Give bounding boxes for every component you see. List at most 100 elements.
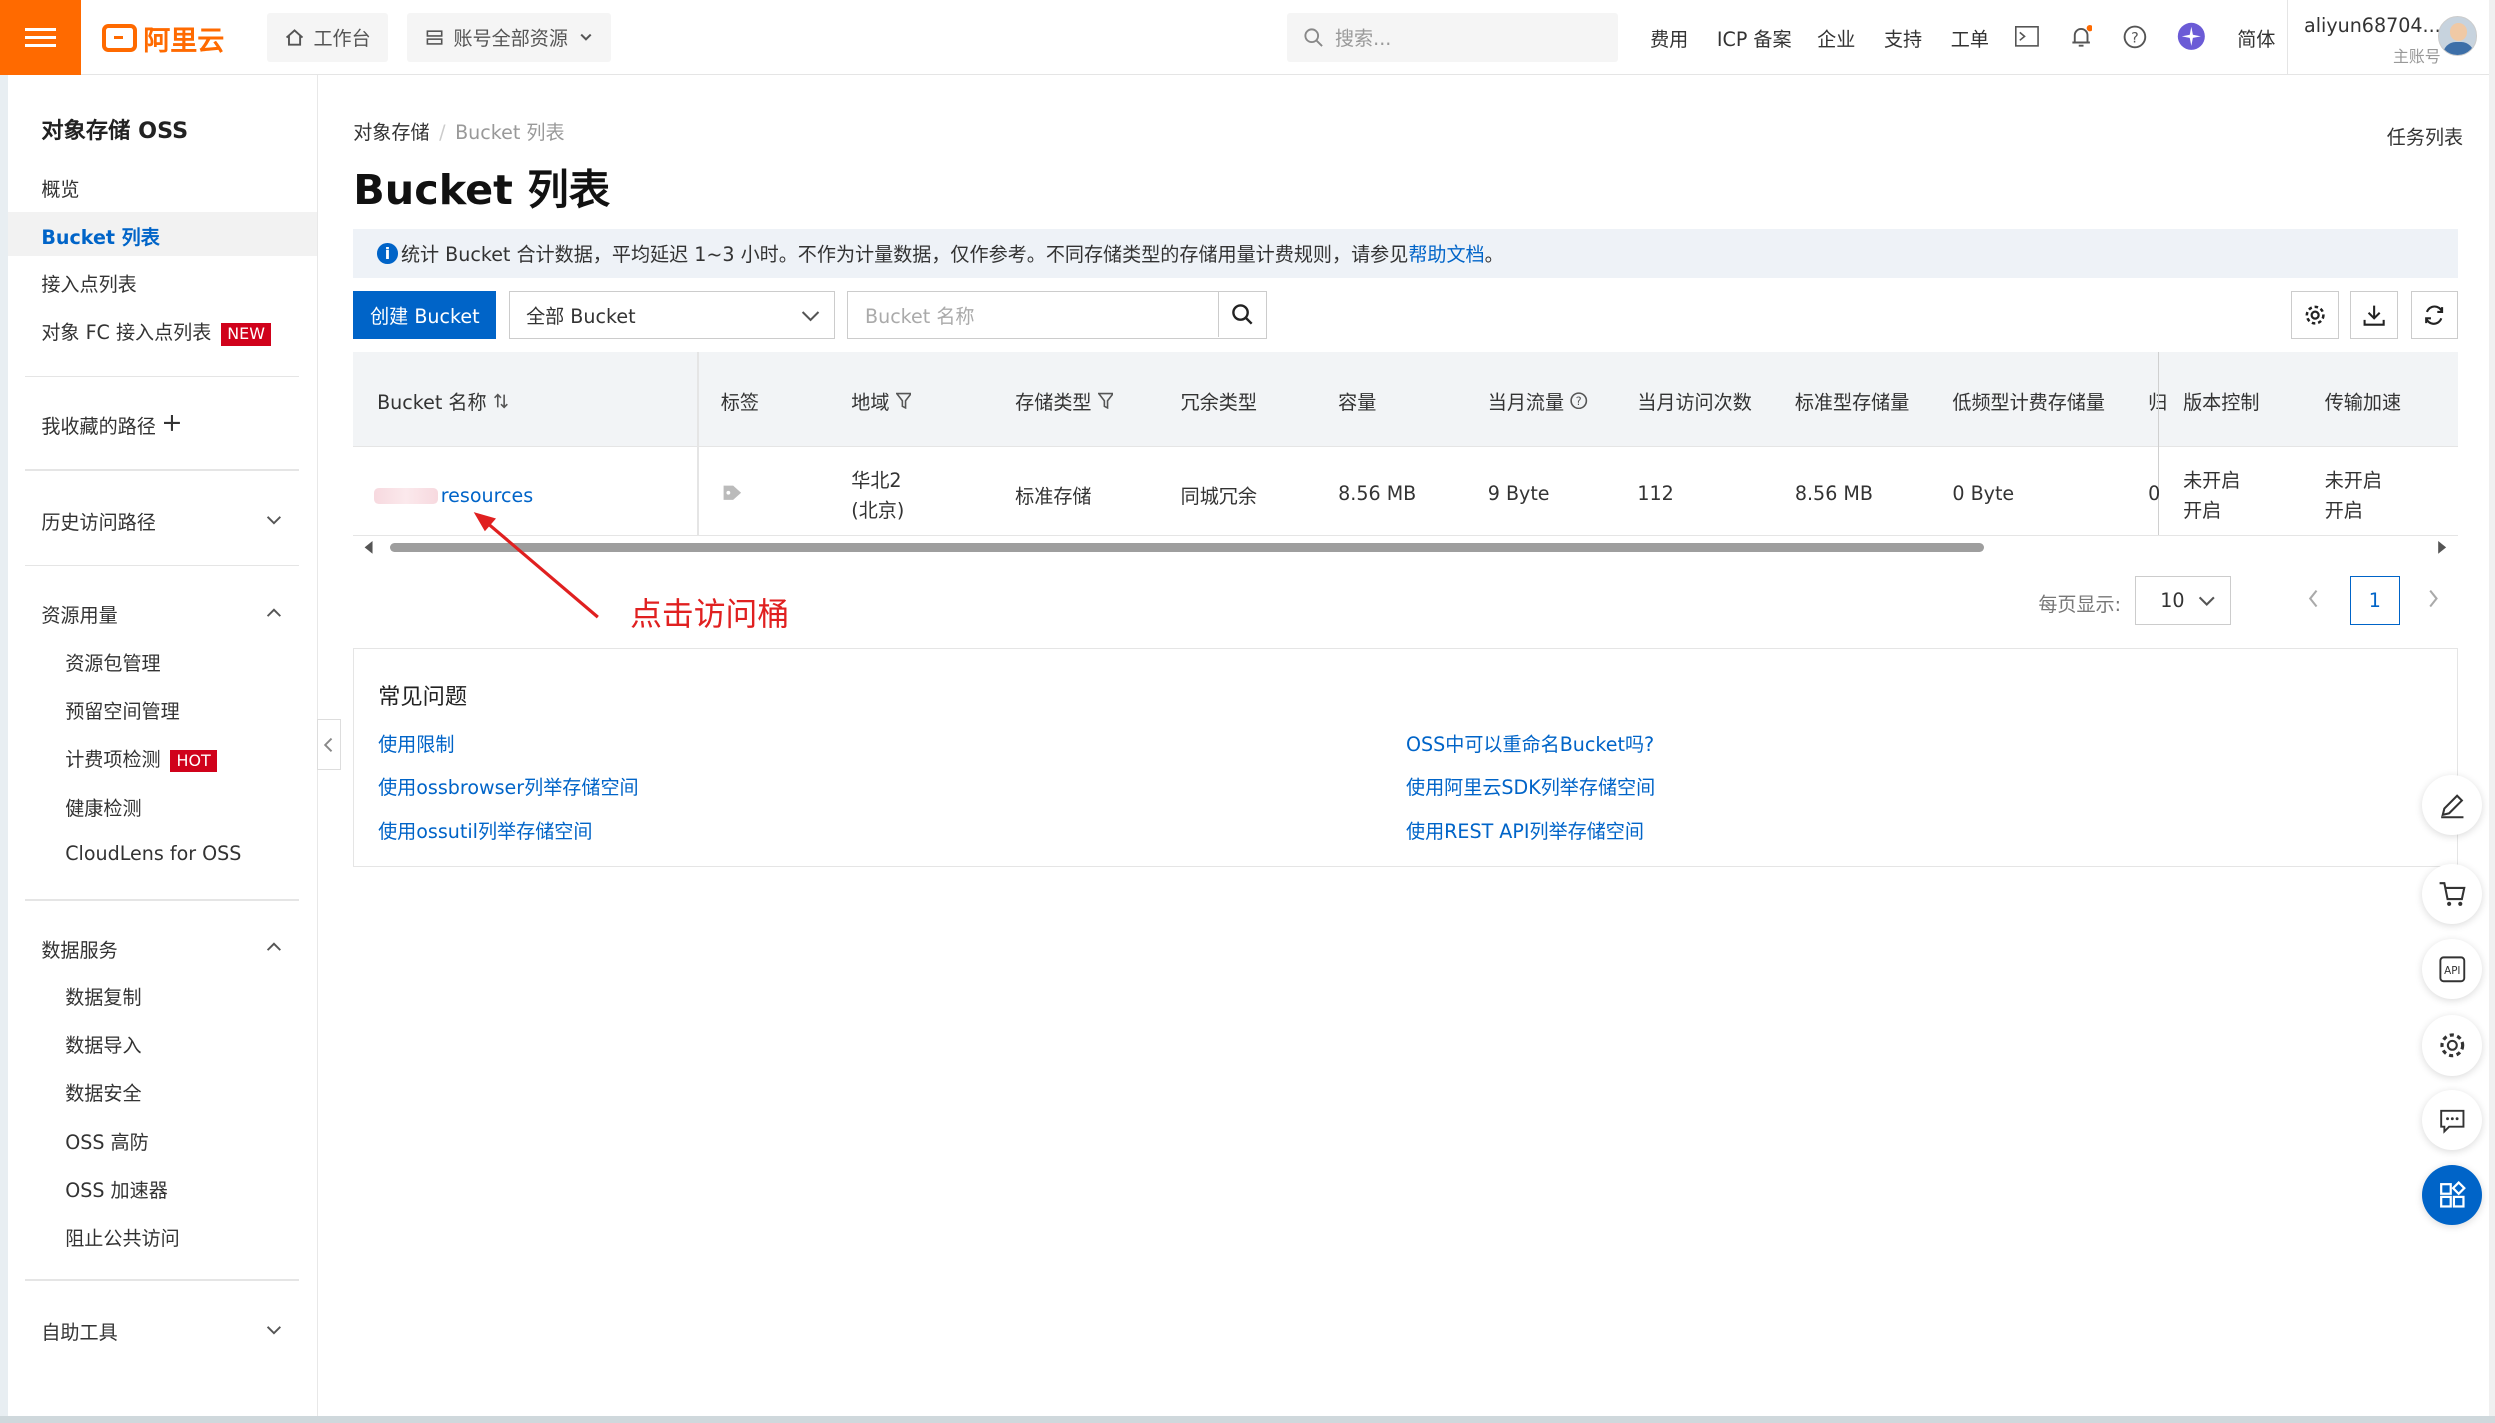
billing-check-label: 计费项检测: [65, 747, 161, 771]
nav-billing[interactable]: 费用: [1650, 25, 1688, 52]
divider: [25, 564, 300, 567]
page-size-select[interactable]: 10: [2135, 576, 2231, 626]
enable-versioning-link[interactable]: 开启: [2183, 496, 2221, 523]
nav-enterprise[interactable]: 企业: [1817, 25, 1855, 52]
sidebar-item-billing-check[interactable]: 计费项检测 HOT: [65, 745, 218, 772]
ai-assistant-icon[interactable]: [2177, 22, 2206, 51]
enable-accel-link[interactable]: 开启: [2325, 496, 2363, 523]
sidebar-item-cloudlens[interactable]: CloudLens for OSS: [65, 842, 241, 865]
user-info[interactable]: aliyun68704... 主账号: [2304, 14, 2441, 66]
sidebar-group-data[interactable]: 数据服务: [41, 936, 117, 963]
sidebar-item-block-public[interactable]: 阻止公共访问: [65, 1224, 179, 1251]
sidebar-item-import[interactable]: 数据导入: [65, 1031, 141, 1058]
breadcrumb: 对象存储 / Bucket 列表: [353, 120, 565, 144]
versioning-status: 未开启: [2183, 469, 2241, 493]
chevron-down-icon[interactable]: [266, 1322, 282, 1338]
terminal-icon[interactable]: [2013, 22, 2042, 51]
faq-link[interactable]: 使用阿里云SDK列举存储空间: [1406, 773, 1655, 800]
left-edge: [0, 74, 8, 1423]
help-icon[interactable]: ?: [2121, 22, 2150, 51]
sidebar-item-security[interactable]: 数据安全: [65, 1079, 141, 1106]
workbench-button[interactable]: 工作台: [267, 12, 389, 63]
create-bucket-button[interactable]: 创建 Bucket: [353, 291, 497, 339]
bucket-filter-select[interactable]: 全部 Bucket: [509, 291, 836, 339]
feedback-float-button[interactable]: [2421, 1089, 2483, 1151]
th-region[interactable]: 地域: [851, 388, 913, 415]
sidebar-history[interactable]: 历史访问路径: [41, 508, 155, 535]
table-header: [353, 351, 2459, 448]
notice-banner: i 统计 Bucket 合计数据，平均延迟 1~3 小时。不作为计量数据，仅作参…: [353, 229, 2459, 279]
plus-icon[interactable]: [163, 415, 180, 432]
bucket-name-input[interactable]: Bucket 名称: [846, 291, 1267, 339]
fc-label: 对象 FC 接入点列表: [41, 321, 212, 345]
notice-end: 。: [1484, 243, 1504, 267]
faq-link[interactable]: 使用ossbrowser列举存储空间: [378, 773, 639, 800]
cart-float-button[interactable]: [2421, 864, 2483, 925]
faq-link[interactable]: 使用REST API列举存储空间: [1406, 817, 1644, 844]
chevron-down-icon: [801, 311, 820, 322]
collapse-sidebar-button[interactable]: [316, 719, 341, 771]
tag-icon[interactable]: [722, 484, 743, 502]
svg-text:?: ?: [2132, 30, 2140, 46]
sort-icon: [493, 393, 508, 409]
task-list-link[interactable]: 任务列表: [2387, 123, 2463, 150]
th-capacity: 容量: [1338, 391, 1377, 415]
new-badge: NEW: [220, 323, 272, 346]
scrollbar-thumb[interactable]: [389, 542, 1985, 553]
nav-icp[interactable]: ICP 备案: [1717, 25, 1792, 52]
sidebar-item-overview[interactable]: 概览: [41, 175, 79, 202]
sidebar-item-packages[interactable]: 资源包管理: [65, 649, 160, 676]
resources-dropdown[interactable]: 账号全部资源: [407, 12, 611, 63]
avatar[interactable]: [2437, 15, 2478, 56]
edit-float-button[interactable]: [2421, 774, 2483, 836]
prev-page-icon[interactable]: [2307, 589, 2320, 608]
download-button[interactable]: [2350, 291, 2398, 339]
next-page-icon[interactable]: [2427, 589, 2440, 608]
help-icon[interactable]: ?: [1570, 392, 1588, 410]
breadcrumb-root[interactable]: 对象存储: [353, 121, 429, 144]
chevron-up-icon[interactable]: [266, 939, 282, 955]
sidebar-group-usage[interactable]: 资源用量: [41, 601, 117, 628]
bottom-edge: [0, 1416, 2495, 1423]
workbench-label: 工作台: [313, 26, 371, 50]
nav-support[interactable]: 支持: [1884, 25, 1922, 52]
bell-icon[interactable]: [2067, 22, 2096, 51]
th-label: 地域: [851, 391, 890, 415]
sidebar-item-access-points[interactable]: 接入点列表: [41, 270, 136, 297]
faq-link[interactable]: 使用限制: [378, 730, 454, 757]
apps-float-button[interactable]: [2421, 1164, 2483, 1226]
scroll-left-icon[interactable]: [363, 540, 376, 554]
sidebar-item-accelerator[interactable]: OSS 加速器: [65, 1176, 168, 1203]
page-number-current[interactable]: 1: [2350, 576, 2400, 626]
sidebar-group-tools[interactable]: 自助工具: [41, 1318, 117, 1345]
sidebar-item-replication[interactable]: 数据复制: [65, 983, 141, 1010]
sidebar-item-health[interactable]: 健康检测: [65, 794, 141, 821]
sidebar-item-bucket-list[interactable]: Bucket 列表: [41, 223, 159, 250]
refresh-button[interactable]: [2410, 291, 2459, 339]
settings-button[interactable]: [2291, 291, 2340, 339]
help-doc-link[interactable]: 帮助文档: [1408, 240, 1484, 267]
settings-float-button[interactable]: [2421, 1015, 2483, 1076]
bucket-name-placeholder: Bucket 名称: [865, 304, 975, 328]
aliyun-logo[interactable]: 阿里云: [101, 21, 224, 57]
sidebar-item-reserved[interactable]: 预留空间管理: [65, 697, 179, 724]
sidebar-favorites[interactable]: 我收藏的路径: [41, 412, 155, 439]
svg-text:API: API: [2444, 965, 2460, 977]
language-switch[interactable]: 简体: [2237, 25, 2275, 52]
nav-ticket[interactable]: 工单: [1951, 25, 1989, 52]
faq-panel: 常见问题 使用限制 使用ossbrowser列举存储空间 使用ossutil列举…: [353, 647, 2459, 868]
search-button[interactable]: [1217, 292, 1266, 337]
api-float-button[interactable]: API: [2421, 938, 2483, 1000]
th-storage-class[interactable]: 存储类型: [1015, 388, 1115, 415]
chevron-down-icon[interactable]: [266, 512, 282, 528]
faq-link[interactable]: OSS中可以重命名Bucket吗?: [1406, 730, 1654, 757]
faq-link[interactable]: 使用ossutil列举存储空间: [378, 817, 592, 844]
horizontal-scrollbar[interactable]: [363, 539, 2451, 555]
th-bucket-name[interactable]: Bucket 名称: [377, 388, 508, 415]
sidebar-item-fc-access-points[interactable]: 对象 FC 接入点列表 NEW: [41, 318, 272, 346]
menu-icon[interactable]: [0, 0, 82, 75]
chevron-up-icon[interactable]: [266, 605, 282, 621]
global-search[interactable]: 搜索...: [1287, 12, 1619, 63]
sidebar-item-ddos[interactable]: OSS 高防: [65, 1128, 148, 1155]
scroll-right-icon[interactable]: [2435, 540, 2448, 554]
